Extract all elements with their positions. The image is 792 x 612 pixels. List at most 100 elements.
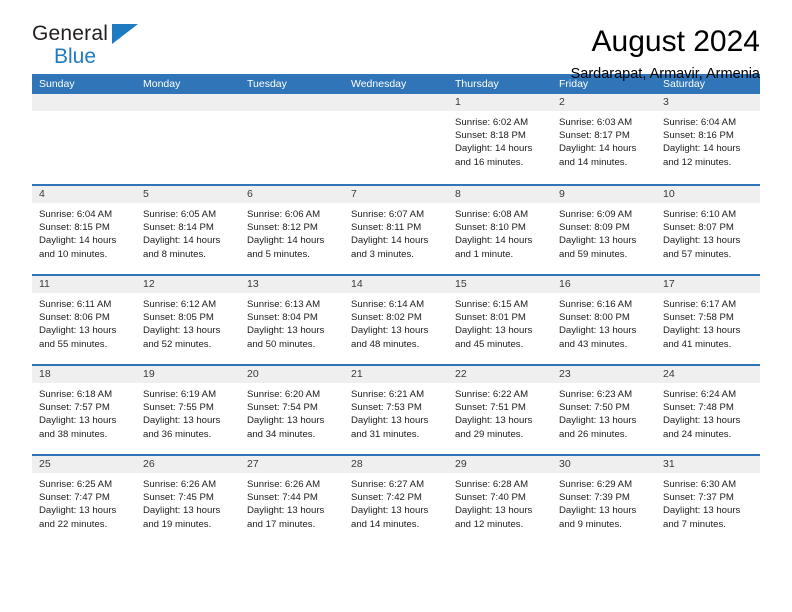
day-details: Sunrise: 6:08 AM Sunset: 8:10 PM Daylight:… <box>448 203 552 261</box>
day-number: 21 <box>344 366 448 383</box>
day-detail-line: Sunset: 7:57 PM <box>39 402 110 414</box>
calendar-day-cell[interactable]: 10 Sunrise: 6:10 AM Sunset: 8:07 PM Dayligh… <box>656 186 760 274</box>
day-detail-line: and 31 minutes. <box>351 428 420 440</box>
day-number: 10 <box>656 186 760 203</box>
calendar-day-cell[interactable]: 6 Sunrise: 6:06 AM Sunset: 8:12 PM Daylight… <box>240 186 344 274</box>
day-detail-line: Sunrise: 6:20 AM <box>247 389 321 400</box>
day-details: Sunrise: 6:30 AM Sunset: 7:37 PM Daylight:… <box>656 473 760 531</box>
day-detail-line: Sunrise: 6:13 AM <box>247 299 321 310</box>
day-number: 7 <box>344 186 448 203</box>
calendar-day-cell[interactable]: 5 Sunrise: 6:05 AM Sunset: 8:14 PM Daylight… <box>136 186 240 274</box>
day-number: 29 <box>448 456 552 473</box>
day-detail-line: and 29 minutes. <box>455 428 524 440</box>
day-details: Sunrise: 6:15 AM Sunset: 8:01 PM Daylight:… <box>448 293 552 351</box>
day-detail-line: and 14 minutes. <box>559 156 628 168</box>
calendar-day-cell[interactable]: 27 Sunrise: 6:26 AM Sunset: 7:44 PM Dayligh… <box>240 456 344 544</box>
calendar-day-cell[interactable]: 25 Sunrise: 6:25 AM Sunset: 7:47 PM Dayligh… <box>32 456 136 544</box>
day-number: 31 <box>656 456 760 473</box>
calendar-day-cell[interactable]: 13 Sunrise: 6:13 AM Sunset: 8:04 PM Dayligh… <box>240 276 344 364</box>
day-details: Sunrise: 6:18 AM Sunset: 7:57 PM Daylight:… <box>32 383 136 441</box>
day-detail-line: Sunset: 7:53 PM <box>351 402 422 414</box>
day-detail-line: Daylight: 14 hours <box>143 235 221 247</box>
day-number: 22 <box>448 366 552 383</box>
day-number: 15 <box>448 276 552 293</box>
calendar-day-cell[interactable]: 29 Sunrise: 6:28 AM Sunset: 7:40 PM Dayligh… <box>448 456 552 544</box>
calendar-day-cell[interactable]: 21 Sunrise: 6:21 AM Sunset: 7:53 PM Dayligh… <box>344 366 448 454</box>
day-detail-line: Sunset: 7:58 PM <box>663 312 734 324</box>
day-details: Sunrise: 6:14 AM Sunset: 8:02 PM Daylight:… <box>344 293 448 351</box>
day-detail-line: Sunrise: 6:28 AM <box>455 479 529 490</box>
day-number: 18 <box>32 366 136 383</box>
calendar-day-cell-empty <box>32 94 136 184</box>
day-detail-line: and 26 minutes. <box>559 428 628 440</box>
day-details: Sunrise: 6:19 AM Sunset: 7:55 PM Daylight:… <box>136 383 240 441</box>
day-number: 26 <box>136 456 240 473</box>
day-detail-line: Daylight: 13 hours <box>39 415 117 427</box>
calendar-day-cell[interactable]: 30 Sunrise: 6:29 AM Sunset: 7:39 PM Dayligh… <box>552 456 656 544</box>
day-detail-line: Daylight: 14 hours <box>455 143 533 155</box>
calendar-day-cell[interactable]: 17 Sunrise: 6:17 AM Sunset: 7:58 PM Dayligh… <box>656 276 760 364</box>
day-details: Sunrise: 6:05 AM Sunset: 8:14 PM Daylight:… <box>136 203 240 261</box>
day-detail-line: Sunset: 8:07 PM <box>663 222 734 234</box>
calendar-day-cell[interactable]: 2 Sunrise: 6:03 AM Sunset: 8:17 PM Daylight… <box>552 94 656 184</box>
day-detail-line: Sunset: 8:02 PM <box>351 312 422 324</box>
day-detail-line: Sunset: 7:51 PM <box>455 402 526 414</box>
day-detail-line: and 17 minutes. <box>247 518 316 530</box>
day-detail-line: Sunrise: 6:10 AM <box>663 209 737 220</box>
calendar-day-cell[interactable]: 9 Sunrise: 6:09 AM Sunset: 8:09 PM Daylight… <box>552 186 656 274</box>
day-detail-line: Daylight: 13 hours <box>143 505 221 517</box>
calendar-day-cell[interactable]: 3 Sunrise: 6:04 AM Sunset: 8:16 PM Daylight… <box>656 94 760 184</box>
day-detail-line: Daylight: 13 hours <box>247 415 325 427</box>
calendar-day-cell-empty <box>240 94 344 184</box>
calendar-day-cell[interactable]: 12 Sunrise: 6:12 AM Sunset: 8:05 PM Dayligh… <box>136 276 240 364</box>
day-details: Sunrise: 6:17 AM Sunset: 7:58 PM Daylight:… <box>656 293 760 351</box>
weekday-header-saturday: Saturday <box>663 78 706 90</box>
day-detail-line: and 7 minutes. <box>663 518 726 530</box>
day-detail-line: Sunrise: 6:14 AM <box>351 299 425 310</box>
day-detail-line: Sunset: 7:39 PM <box>559 492 630 504</box>
day-detail-line: and 50 minutes. <box>247 338 316 350</box>
day-detail-line: Daylight: 13 hours <box>663 505 741 517</box>
calendar-day-cell[interactable]: 11 Sunrise: 6:11 AM Sunset: 8:06 PM Dayligh… <box>32 276 136 364</box>
day-details: Sunrise: 6:25 AM Sunset: 7:47 PM Daylight:… <box>32 473 136 531</box>
day-details: Sunrise: 6:29 AM Sunset: 7:39 PM Daylight:… <box>552 473 656 531</box>
day-detail-line: and 16 minutes. <box>455 156 524 168</box>
calendar-day-cell[interactable]: 28 Sunrise: 6:27 AM Sunset: 7:42 PM Dayligh… <box>344 456 448 544</box>
day-details: Sunrise: 6:23 AM Sunset: 7:50 PM Daylight:… <box>552 383 656 441</box>
day-detail-line: Daylight: 13 hours <box>455 325 533 337</box>
day-details: Sunrise: 6:04 AM Sunset: 8:15 PM Daylight:… <box>32 203 136 261</box>
day-detail-line: Sunrise: 6:19 AM <box>143 389 217 400</box>
general-blue-logo[interactable]: General Blue <box>32 22 152 68</box>
day-detail-line: Daylight: 14 hours <box>663 143 741 155</box>
day-details <box>136 111 240 116</box>
day-number: 13 <box>240 276 344 293</box>
day-detail-line: Daylight: 13 hours <box>351 505 429 517</box>
day-detail-line: and 1 minute. <box>455 248 514 260</box>
calendar-day-cell[interactable]: 16 Sunrise: 6:16 AM Sunset: 8:00 PM Dayligh… <box>552 276 656 364</box>
calendar-day-cell[interactable]: 8 Sunrise: 6:08 AM Sunset: 8:10 PM Daylight… <box>448 186 552 274</box>
day-detail-line: Sunset: 8:05 PM <box>143 312 214 324</box>
calendar-day-cell[interactable]: 22 Sunrise: 6:22 AM Sunset: 7:51 PM Dayligh… <box>448 366 552 454</box>
calendar-day-cell[interactable]: 7 Sunrise: 6:07 AM Sunset: 8:11 PM Daylight… <box>344 186 448 274</box>
day-detail-line: Sunset: 8:16 PM <box>663 130 734 142</box>
calendar-day-cell[interactable]: 1 Sunrise: 6:02 AM Sunset: 8:18 PM Daylight… <box>448 94 552 184</box>
day-detail-line: Sunset: 7:54 PM <box>247 402 318 414</box>
calendar-day-cell[interactable]: 14 Sunrise: 6:14 AM Sunset: 8:02 PM Dayligh… <box>344 276 448 364</box>
calendar-day-cell[interactable]: 18 Sunrise: 6:18 AM Sunset: 7:57 PM Dayligh… <box>32 366 136 454</box>
calendar-day-cell[interactable]: 31 Sunrise: 6:30 AM Sunset: 7:37 PM Dayligh… <box>656 456 760 544</box>
day-details: Sunrise: 6:28 AM Sunset: 7:40 PM Daylight:… <box>448 473 552 531</box>
day-details <box>344 111 448 116</box>
calendar-day-cell[interactable]: 19 Sunrise: 6:19 AM Sunset: 7:55 PM Dayligh… <box>136 366 240 454</box>
calendar-day-cell[interactable]: 20 Sunrise: 6:20 AM Sunset: 7:54 PM Dayligh… <box>240 366 344 454</box>
calendar-day-cell[interactable]: 4 Sunrise: 6:04 AM Sunset: 8:15 PM Daylight… <box>32 186 136 274</box>
weekday-header-wednesday: Wednesday <box>351 78 407 90</box>
day-details: Sunrise: 6:10 AM Sunset: 8:07 PM Daylight:… <box>656 203 760 261</box>
day-detail-line: Sunrise: 6:07 AM <box>351 209 425 220</box>
calendar-day-cell[interactable]: 23 Sunrise: 6:23 AM Sunset: 7:50 PM Dayligh… <box>552 366 656 454</box>
day-details: Sunrise: 6:20 AM Sunset: 7:54 PM Daylight:… <box>240 383 344 441</box>
day-details: Sunrise: 6:21 AM Sunset: 7:53 PM Daylight:… <box>344 383 448 441</box>
calendar-day-cell[interactable]: 26 Sunrise: 6:26 AM Sunset: 7:45 PM Dayligh… <box>136 456 240 544</box>
day-detail-line: Sunrise: 6:22 AM <box>455 389 529 400</box>
calendar-day-cell[interactable]: 15 Sunrise: 6:15 AM Sunset: 8:01 PM Dayligh… <box>448 276 552 364</box>
calendar-day-cell[interactable]: 24 Sunrise: 6:24 AM Sunset: 7:48 PM Dayligh… <box>656 366 760 454</box>
